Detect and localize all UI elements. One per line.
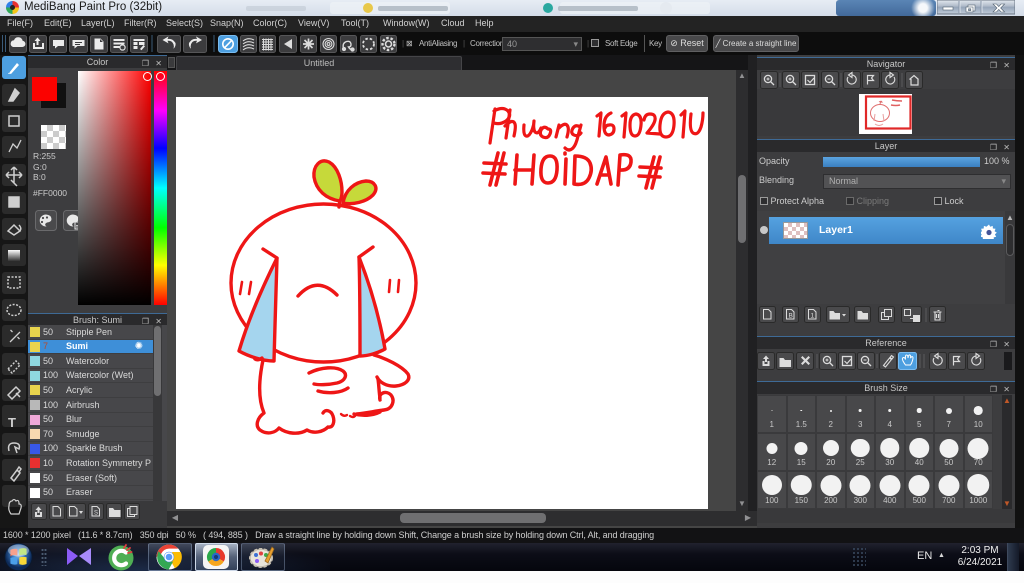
svg-text:T: T [8,415,16,430]
svg-text:1: 1 [811,313,815,320]
svg-text:S: S [94,511,98,517]
svg-text:B: B [789,313,793,320]
